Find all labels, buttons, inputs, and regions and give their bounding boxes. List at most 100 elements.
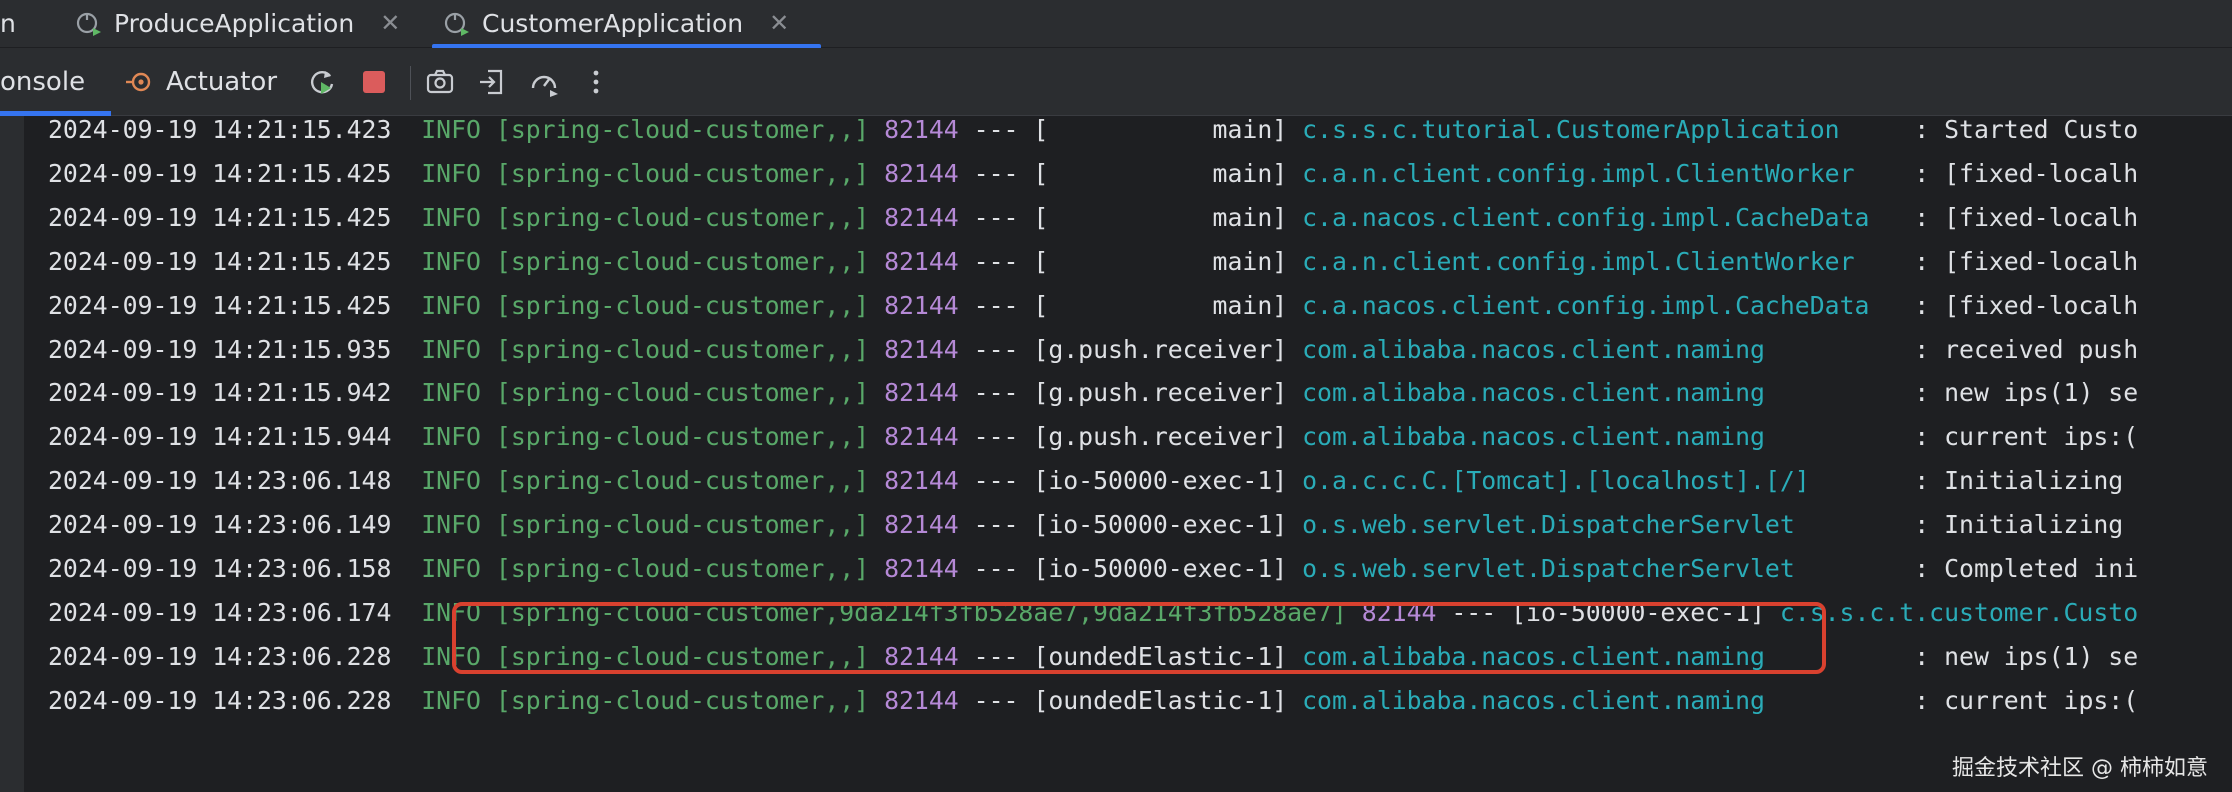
log-pid: 82144 — [884, 290, 959, 320]
log-message: : Started Custo — [1914, 116, 2139, 144]
log-timestamp: 2024-09-19 14:21:15.935 — [48, 334, 392, 364]
log-logger: com.alibaba.nacos.client.naming — [1302, 422, 1900, 452]
log-app-context: [spring-cloud-customer,,] — [495, 158, 870, 188]
rerun-button[interactable] — [304, 64, 340, 100]
log-thread: [ main] — [1033, 158, 1288, 188]
tab-actuator[interactable]: Actuator — [124, 48, 277, 116]
tab-customer-application[interactable]: CustomerApplication ✕ — [432, 0, 822, 49]
log-pid: 82144 — [884, 246, 959, 276]
log-separator: --- — [973, 202, 1019, 232]
actuator-icon — [126, 72, 151, 92]
log-separator: --- — [973, 246, 1019, 276]
tab-partial[interactable]: n — [0, 0, 16, 46]
log-pid: 82144 — [884, 554, 959, 583]
log-level: INFO — [421, 116, 481, 144]
log-app-context: [spring-cloud-customer,,] — [495, 554, 870, 583]
log-app-context: [spring-cloud-customer,,] — [495, 202, 870, 232]
spring-boot-run-icon — [444, 12, 469, 36]
log-pid: 82144 — [884, 466, 959, 496]
log-thread: [g.push.receiver] — [1033, 422, 1288, 452]
tab-produce-application[interactable]: ProduceApplication ✕ — [74, 0, 400, 46]
log-timestamp: 2024-09-19 14:21:15.423 — [48, 116, 392, 144]
log-separator: --- — [973, 158, 1019, 188]
log-message: : received push — [1914, 334, 2139, 364]
tab-console[interactable]: onsole — [0, 48, 112, 116]
log-logger: o.a.c.c.C.[Tomcat].[localhost].[/] — [1302, 466, 1900, 496]
console-output[interactable]: 2024-09-19 14:21:15.423 INFO [spring-clo… — [0, 116, 2232, 792]
log-logger: o.s.web.servlet.DispatcherServlet — [1302, 554, 1900, 583]
log-thread: [io-50000-exec-1] — [1033, 466, 1288, 496]
log-logger: c.a.n.client.config.impl.ClientWorker — [1302, 246, 1900, 276]
log-logger: c.a.nacos.client.config.impl.CacheData — [1302, 202, 1900, 232]
log-separator: --- — [973, 116, 1019, 144]
log-pid: 82144 — [884, 158, 959, 188]
log-thread: [ main] — [1033, 202, 1288, 232]
run-tab-bar: n ProduceApplication ✕ CustomerApplicati… — [0, 0, 2232, 49]
stop-button[interactable] — [356, 64, 392, 100]
log-message: : [fixed-localh — [1914, 246, 2139, 276]
log-timestamp: 2024-09-19 14:21:15.425 — [48, 290, 392, 320]
console-gutter — [0, 116, 24, 792]
log-line: 2024-09-19 14:23:06.148 INFO [spring-clo… — [48, 461, 2138, 501]
log-line: 2024-09-19 14:23:06.158 INFO [spring-clo… — [48, 549, 2138, 589]
tab-label: n — [0, 8, 16, 38]
log-pid: 82144 — [884, 510, 959, 540]
highlight-annotation — [452, 602, 1826, 674]
rerun-icon — [311, 71, 334, 94]
log-app-context: [spring-cloud-customer,,] — [495, 246, 870, 276]
log-thread: [ main] — [1033, 290, 1288, 320]
log-line: 2024-09-19 14:21:15.425 INFO [spring-clo… — [48, 198, 2138, 238]
close-icon[interactable]: ✕ — [380, 9, 400, 37]
log-line: 2024-09-19 14:21:15.942 INFO [spring-clo… — [48, 373, 2138, 413]
log-logger: com.alibaba.nacos.client.naming — [1302, 685, 1900, 715]
more-icon — [593, 70, 599, 94]
stop-icon — [363, 71, 385, 93]
log-level: INFO — [421, 466, 481, 496]
log-level: INFO — [421, 378, 481, 408]
log-message: : Initializing — [1914, 510, 2139, 540]
log-logger: c.a.nacos.client.config.impl.CacheData — [1302, 290, 1900, 320]
log-timestamp: 2024-09-19 14:23:06.158 — [48, 554, 392, 583]
log-timestamp: 2024-09-19 14:23:06.174 — [48, 597, 392, 627]
spring-boot-run-icon — [76, 12, 101, 36]
log-separator: --- — [973, 290, 1019, 320]
log-app-context: [spring-cloud-customer,,] — [495, 466, 870, 496]
log-logger: c.a.n.client.config.impl.ClientWorker — [1302, 158, 1900, 188]
log-thread: [io-50000-exec-1] — [1033, 510, 1288, 540]
screenshot-icon — [426, 69, 454, 94]
log-level: INFO — [421, 158, 481, 188]
log-pid: 82144 — [884, 116, 959, 144]
log-timestamp: 2024-09-19 14:23:06.228 — [48, 641, 392, 671]
log-message: : current ips:( — [1914, 685, 2139, 715]
close-icon[interactable]: ✕ — [769, 9, 789, 37]
tab-label: ProduceApplication — [114, 8, 355, 38]
log-message: : Initializing — [1914, 466, 2139, 496]
log-timestamp: 2024-09-19 14:23:06.149 — [48, 510, 392, 540]
log-app-context: [spring-cloud-customer,,] — [495, 378, 870, 408]
log-message: : [fixed-localh — [1914, 202, 2139, 232]
log-timestamp: 2024-09-19 14:21:15.942 — [48, 378, 392, 408]
log-pid: 82144 — [884, 378, 959, 408]
log-separator: --- — [973, 334, 1019, 364]
watermark: 掘金技术社区 @ 柿柿如意 — [1952, 756, 2208, 781]
log-separator: --- — [973, 422, 1019, 452]
log-pid: 82144 — [884, 422, 959, 452]
log-app-context: [spring-cloud-customer,,] — [495, 334, 870, 364]
import-button[interactable] — [474, 64, 510, 100]
log-app-context: [spring-cloud-customer,,] — [495, 290, 870, 320]
import-icon — [480, 69, 503, 95]
log-timestamp: 2024-09-19 14:21:15.425 — [48, 158, 392, 188]
more-button[interactable] — [578, 64, 614, 100]
performance-icon — [531, 75, 558, 97]
log-timestamp: 2024-09-19 14:23:06.148 — [48, 466, 392, 496]
log-level: INFO — [421, 334, 481, 364]
performance-button[interactable] — [526, 64, 562, 100]
screenshot-button[interactable] — [422, 64, 458, 100]
log-line: 2024-09-19 14:21:15.425 INFO [spring-clo… — [48, 242, 2138, 282]
log-level: INFO — [421, 554, 481, 583]
log-logger: c.s.s.c.t.customer.Custo — [1779, 597, 2139, 627]
log-thread: [ main] — [1033, 116, 1288, 144]
log-separator: --- — [973, 378, 1019, 408]
log-logger: com.alibaba.nacos.client.naming — [1302, 334, 1900, 364]
log-line: 2024-09-19 14:23:06.149 INFO [spring-clo… — [48, 505, 2138, 545]
